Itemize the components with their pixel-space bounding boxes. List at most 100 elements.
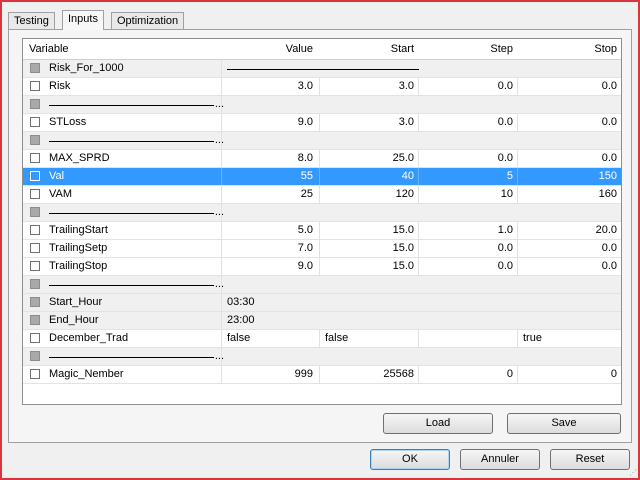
tab-inputs[interactable]: Inputs: [62, 10, 104, 30]
table-row[interactable]: Magic_Nember 999 25568 0 0: [23, 366, 621, 384]
row-checkbox[interactable]: [30, 351, 40, 361]
row-stop[interactable]: true: [517, 330, 621, 347]
column-divider: [517, 186, 518, 203]
reset-button[interactable]: Reset: [550, 449, 630, 470]
inputs-table[interactable]: Variable Value Start Step Stop Risk_For_…: [22, 38, 622, 405]
row-step[interactable]: 1.0: [418, 222, 517, 239]
row-stop[interactable]: 0.0: [517, 114, 621, 131]
table-row-separator[interactable]: ...: [23, 348, 621, 366]
row-step[interactable]: 5: [418, 168, 517, 185]
column-header-step[interactable]: Step: [418, 39, 517, 59]
row-value[interactable]: 5.0: [221, 222, 319, 239]
table-row[interactable]: TrailingSetp 7.0 15.0 0.0 0.0: [23, 240, 621, 258]
table-row-separator[interactable]: ...: [23, 204, 621, 222]
row-step[interactable]: 0.0: [418, 150, 517, 167]
row-step[interactable]: 0.0: [418, 240, 517, 257]
table-row[interactable]: MAX_SPRD 8.0 25.0 0.0 0.0: [23, 150, 621, 168]
row-value[interactable]: 9.0: [221, 258, 319, 275]
row-value[interactable]: 9.0: [221, 114, 319, 131]
row-stop[interactable]: 150: [517, 168, 621, 185]
row-start[interactable]: false: [319, 330, 418, 347]
table-row-separator[interactable]: ...: [23, 132, 621, 150]
row-stop[interactable]: 0: [517, 366, 621, 383]
row-start[interactable]: 15.0: [319, 258, 418, 275]
column-divider: [418, 150, 419, 167]
column-divider: [319, 222, 320, 239]
table-row-separator[interactable]: ...: [23, 276, 621, 294]
row-step[interactable]: 0.0: [418, 78, 517, 95]
column-header-value[interactable]: Value: [221, 39, 319, 59]
load-button[interactable]: Load: [383, 413, 493, 434]
column-header-stop[interactable]: Stop: [517, 39, 621, 59]
row-step[interactable]: [418, 330, 517, 347]
row-stop[interactable]: 0.0: [517, 240, 621, 257]
row-value[interactable]: 25: [221, 186, 319, 203]
row-value[interactable]: 55: [221, 168, 319, 185]
row-value[interactable]: 03:30: [221, 294, 421, 311]
tab-testing[interactable]: Testing: [8, 12, 55, 29]
table-row[interactable]: TrailingStart 5.0 15.0 1.0 20.0: [23, 222, 621, 240]
separator-line: [227, 69, 419, 70]
cancel-button[interactable]: Annuler: [460, 449, 540, 470]
row-start[interactable]: 25568: [319, 366, 418, 383]
row-value[interactable]: 23:00: [221, 312, 421, 329]
row-checkbox[interactable]: [30, 99, 40, 109]
row-value[interactable]: 3.0: [221, 78, 319, 95]
row-start[interactable]: 120: [319, 186, 418, 203]
save-button[interactable]: Save: [507, 413, 621, 434]
resize-grip-icon[interactable]: ⋰: [629, 468, 637, 477]
separator-underline: [49, 105, 214, 106]
table-row[interactable]: VAM 25 120 10 160: [23, 186, 621, 204]
row-value[interactable]: 8.0: [221, 150, 319, 167]
row-step[interactable]: 10: [418, 186, 517, 203]
ok-button[interactable]: OK: [370, 449, 450, 470]
row-start[interactable]: 40: [319, 168, 418, 185]
row-checkbox[interactable]: [30, 135, 40, 145]
row-step[interactable]: 0.0: [418, 258, 517, 275]
table-row[interactable]: Risk_For_1000: [23, 60, 621, 78]
row-start[interactable]: 3.0: [319, 114, 418, 131]
row-start[interactable]: 25.0: [319, 150, 418, 167]
column-divider: [418, 186, 419, 203]
separator-label: ...: [49, 204, 224, 221]
row-step[interactable]: 0.0: [418, 114, 517, 131]
table-row-selected[interactable]: Val 55 40 5 150: [23, 168, 621, 186]
row-start[interactable]: 3.0: [319, 78, 418, 95]
column-divider: [221, 96, 222, 113]
column-divider: [221, 168, 222, 185]
column-divider: [221, 78, 222, 95]
column-divider: [517, 258, 518, 275]
column-divider: [319, 78, 320, 95]
table-row[interactable]: End_Hour 23:00: [23, 312, 621, 330]
row-stop[interactable]: 0.0: [517, 258, 621, 275]
row-checkbox[interactable]: [30, 279, 40, 289]
column-header-variable[interactable]: Variable: [23, 39, 221, 59]
column-divider: [319, 150, 320, 167]
row-stop[interactable]: 160: [517, 186, 621, 203]
row-value[interactable]: false: [221, 330, 319, 347]
column-divider: [221, 258, 222, 275]
row-value[interactable]: 999: [221, 366, 319, 383]
row-step[interactable]: 0: [418, 366, 517, 383]
row-value[interactable]: 7.0: [221, 240, 319, 257]
column-divider: [319, 330, 320, 347]
row-start[interactable]: 15.0: [319, 240, 418, 257]
row-start[interactable]: 15.0: [319, 222, 418, 239]
table-row[interactable]: Start_Hour 03:30: [23, 294, 621, 312]
table-row[interactable]: December_Trad false false true: [23, 330, 621, 348]
table-row-separator[interactable]: ...: [23, 96, 621, 114]
tab-optimization[interactable]: Optimization: [111, 12, 185, 29]
row-variable: Start_Hour: [49, 296, 103, 308]
table-row[interactable]: STLoss 9.0 3.0 0.0 0.0: [23, 114, 621, 132]
column-header-start[interactable]: Start: [319, 39, 418, 59]
row-stop[interactable]: 20.0: [517, 222, 621, 239]
table-row[interactable]: Risk 3.0 3.0 0.0 0.0: [23, 78, 621, 96]
row-stop[interactable]: 0.0: [517, 78, 621, 95]
row-variable: VAM: [49, 188, 73, 200]
column-divider: [319, 114, 320, 131]
table-row[interactable]: TrailingStop 9.0 15.0 0.0 0.0: [23, 258, 621, 276]
separator-label: ...: [49, 96, 224, 113]
column-divider: [517, 78, 518, 95]
row-stop[interactable]: 0.0: [517, 150, 621, 167]
row-checkbox[interactable]: [30, 207, 40, 217]
